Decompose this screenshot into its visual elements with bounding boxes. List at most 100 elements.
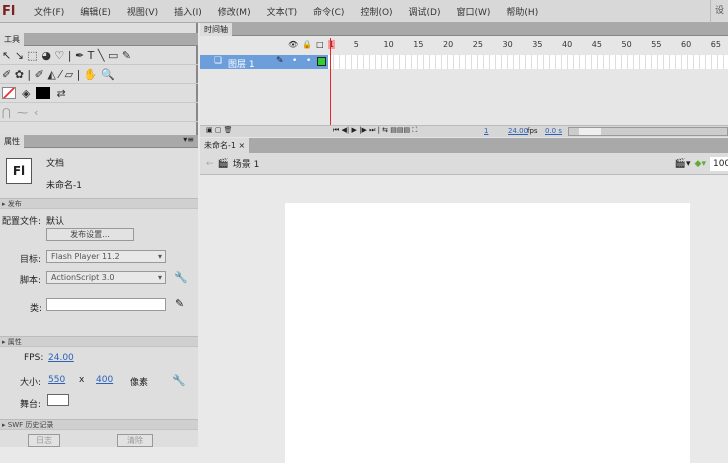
frame-cells[interactable]	[328, 55, 728, 69]
menu-insert[interactable]: 插入(I)	[166, 5, 210, 18]
width-value[interactable]: 550	[48, 375, 65, 385]
profile-label: 配置文件:	[2, 217, 42, 227]
edit-class-pencil-icon[interactable]: ✎	[175, 297, 184, 310]
zoom-field[interactable]: 100	[710, 156, 728, 171]
new-layer-icon[interactable]: ▣ ▢ 🗑	[206, 126, 233, 134]
publish-section-header[interactable]: ▸ 发布	[0, 198, 198, 209]
fill-color-icon[interactable]	[36, 87, 51, 99]
ruler-tick-25: 25	[472, 40, 483, 49]
log-button[interactable]: 日志	[28, 434, 60, 447]
current-frame[interactable]: 1	[484, 127, 488, 135]
playback-controls[interactable]: ⏮ ◀| ▶ |▶ ⏭ | ⇆ ▤▤▤ ⛶	[333, 126, 417, 135]
tools-panel: 工具 ↖ ↘ ⬚ ◕ ♡ | ✒ T ╲ ▭ ✎ ✐ ✿ | ✐ ◭ ⁄ ▱ |…	[0, 33, 198, 122]
document-tab[interactable]: 未命名-1 ×	[200, 138, 250, 153]
edit-scene-icon[interactable]: 🎬▾	[675, 159, 691, 169]
ruler-tick-65: 65	[710, 40, 721, 49]
menu-control[interactable]: 控制(O)	[352, 5, 400, 18]
ruler-tick-10: 10	[383, 40, 394, 49]
tool-row-1[interactable]: ↖ ↘ ⬚ ◕ ♡ | ✒ T ╲ ▭ ✎	[0, 46, 198, 65]
class-label: 类:	[30, 304, 43, 314]
outline-icon[interactable]: □	[316, 40, 328, 49]
props-header: 属性	[7, 338, 22, 346]
height-value[interactable]: 400	[96, 375, 113, 385]
edit-bar: ← 🎬 场景 1 🎬▾ ◆▾ 100	[200, 153, 728, 175]
menu-help[interactable]: 帮助(H)	[498, 5, 546, 18]
menu-file[interactable]: 文件(F)	[26, 5, 72, 18]
tool-row-2[interactable]: ✐ ✿ | ✐ ◭ ⁄ ▱ | ✋ 🔍	[0, 65, 198, 84]
properties-panel: 属性 ▾≡ Fl 文档 未命名-1 ▸ 发布 配置文件: 默认 发布设置... 目…	[0, 135, 198, 447]
publish-header: 发布	[7, 200, 22, 208]
class-input[interactable]	[46, 298, 166, 311]
layer-header-icons: 👁🔒□	[288, 40, 328, 49]
app-logo: Fl	[2, 3, 16, 19]
layer-color-outline[interactable]	[317, 57, 326, 66]
ruler-tick-45: 45	[591, 40, 602, 49]
workspace-switcher[interactable]: 设	[709, 0, 728, 23]
target-label: 目标:	[20, 255, 42, 265]
tool-options[interactable]: ⋂ ⁓ ‹	[0, 103, 198, 122]
back-arrow-icon[interactable]: ←	[206, 159, 214, 169]
properties-tab[interactable]: 属性	[0, 135, 24, 148]
panel-menu-icon[interactable]: ▾≡	[183, 135, 198, 144]
tools-tab[interactable]: 工具	[0, 33, 24, 46]
menu-debug[interactable]: 调试(D)	[401, 5, 449, 18]
ruler-tick-5: 5	[353, 40, 359, 49]
ruler-tick-60: 60	[681, 40, 692, 49]
stage[interactable]	[285, 203, 690, 463]
fps-unit: fps	[527, 127, 538, 135]
script-select[interactable]: ActionScript 3.0 ▾	[46, 271, 166, 284]
menu-modify[interactable]: 修改(M)	[210, 5, 259, 18]
ruler-tick-20: 20	[443, 40, 454, 49]
menu-bar: Fl 文件(F) 编辑(E) 视图(V) 插入(I) 修改(M) 文本(T) 命…	[0, 0, 728, 23]
document-tab-label: 未命名-1	[204, 141, 236, 150]
size-settings-wrench-icon[interactable]: 🔧	[172, 374, 186, 387]
publish-settings-button[interactable]: 发布设置...	[46, 228, 134, 241]
color-tools[interactable]: ◈ ⇄	[0, 84, 198, 103]
edit-pencil-icon: ✎	[276, 56, 284, 66]
close-tab-icon[interactable]: ×	[239, 141, 246, 150]
clear-button[interactable]: 清除	[117, 434, 153, 447]
document-icon: Fl	[6, 158, 32, 184]
menu-commands[interactable]: 命令(C)	[305, 5, 352, 18]
layer-row[interactable]: ❏ 图层 1 ✎ • •	[200, 55, 328, 70]
properties-section-header[interactable]: ▸ 属性	[0, 336, 198, 347]
swap-colors-icon[interactable]: ⇄	[56, 87, 65, 100]
timeline-tab[interactable]: 时间轴	[200, 23, 232, 36]
edit-symbols-icon[interactable]: ◆▾	[695, 159, 706, 169]
straighten-icon[interactable]: ‹	[34, 106, 38, 119]
timeline-panel: 时间轴 👁🔒□ 1 5 10 15 20 25 30 35 40 45 50 55 60 65 ❏ 图层 …	[200, 23, 728, 138]
lock-dot[interactable]: •	[306, 56, 311, 66]
script-value: ActionScript 3.0	[51, 273, 115, 282]
eye-icon[interactable]: 👁	[288, 40, 302, 49]
smooth-icon[interactable]: ⁓	[17, 106, 28, 119]
elapsed-time[interactable]: 0.0 s	[545, 127, 562, 135]
script-settings-wrench-icon[interactable]: 🔧	[174, 271, 188, 284]
playhead[interactable]	[330, 38, 331, 130]
menu-window[interactable]: 窗口(W)	[449, 5, 499, 18]
ruler-tick-15: 15	[413, 40, 424, 49]
frame-ruler[interactable]: 1 5 10 15 20 25 30 35 40 45 50 55 60 65	[328, 38, 728, 53]
stage-color-swatch[interactable]	[47, 394, 69, 406]
swf-history-header[interactable]: ▸ SWF 历史记录	[0, 419, 198, 430]
stroke-color-icon[interactable]	[2, 87, 16, 99]
size-x: x	[79, 375, 85, 385]
doc-name: 未命名-1	[46, 181, 82, 191]
menu-edit[interactable]: 编辑(E)	[72, 5, 119, 18]
left-panel: 工具 ↖ ↘ ⬚ ◕ ♡ | ✒ T ╲ ▭ ✎ ✐ ✿ | ✐ ◭ ⁄ ▱ |…	[0, 23, 198, 447]
timeline-fps[interactable]: 24.00	[508, 127, 528, 135]
menu-view[interactable]: 视图(V)	[119, 5, 166, 18]
fps-value[interactable]: 24.00	[48, 353, 74, 363]
ruler-tick-55: 55	[651, 40, 662, 49]
menu-text[interactable]: 文本(T)	[259, 5, 306, 18]
target-value: Flash Player 11.2	[51, 252, 120, 261]
lock-icon[interactable]: 🔒	[302, 40, 316, 49]
doc-type: 文档	[46, 159, 65, 169]
snap-icon[interactable]: ⋂	[2, 106, 11, 119]
scene-name[interactable]: 场景 1	[233, 157, 260, 170]
target-select[interactable]: Flash Player 11.2 ▾	[46, 250, 166, 263]
script-label: 脚本:	[20, 276, 42, 286]
visibility-dot[interactable]: •	[292, 56, 297, 66]
layer-name[interactable]: 图层 1	[228, 57, 255, 70]
ruler-tick-30: 30	[502, 40, 513, 49]
timeline-scrollbar[interactable]	[568, 127, 728, 136]
